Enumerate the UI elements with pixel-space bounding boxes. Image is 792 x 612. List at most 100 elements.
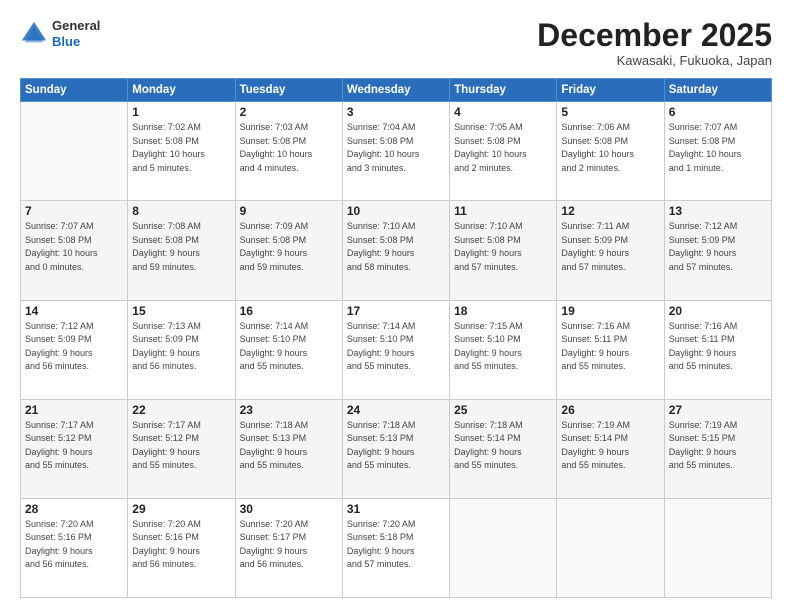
day-number: 17 <box>347 304 445 318</box>
day-info: Sunrise: 7:09 AM Sunset: 5:08 PM Dayligh… <box>240 220 338 274</box>
day-number: 24 <box>347 403 445 417</box>
day-info: Sunrise: 7:03 AM Sunset: 5:08 PM Dayligh… <box>240 121 338 175</box>
calendar-cell: 28Sunrise: 7:20 AM Sunset: 5:16 PM Dayli… <box>21 498 128 597</box>
day-info: Sunrise: 7:14 AM Sunset: 5:10 PM Dayligh… <box>240 320 338 374</box>
weekday-header: Sunday <box>21 79 128 102</box>
calendar-cell: 9 Sunrise: 7:09 AM Sunset: 5:08 PM Daylig… <box>235 201 342 300</box>
title-block: December 2025 Kawasaki, Fukuoka, Japan <box>537 18 772 68</box>
header: General Blue December 2025 Kawasaki, Fuk… <box>20 18 772 68</box>
weekday-header: Monday <box>128 79 235 102</box>
day-info: Sunrise: 7:14 AM Sunset: 5:10 PM Dayligh… <box>347 320 445 374</box>
calendar-cell: 20Sunrise: 7:16 AM Sunset: 5:11 PM Dayli… <box>664 300 771 399</box>
day-info: Sunrise: 7:18 AM Sunset: 5:14 PM Dayligh… <box>454 419 552 473</box>
day-info: Sunrise: 7:19 AM Sunset: 5:14 PM Dayligh… <box>561 419 659 473</box>
calendar-cell: 7 Sunrise: 7:07 AM Sunset: 5:08 PM Daylig… <box>21 201 128 300</box>
day-number: 18 <box>454 304 552 318</box>
calendar-cell <box>664 498 771 597</box>
day-info: Sunrise: 7:20 AM Sunset: 5:18 PM Dayligh… <box>347 518 445 572</box>
calendar-header-row: SundayMondayTuesdayWednesdayThursdayFrid… <box>21 79 772 102</box>
day-number: 8 <box>132 204 230 218</box>
day-number: 9 <box>240 204 338 218</box>
day-number: 6 <box>669 105 767 119</box>
day-info: Sunrise: 7:19 AM Sunset: 5:15 PM Dayligh… <box>669 419 767 473</box>
day-number: 22 <box>132 403 230 417</box>
weekday-header: Saturday <box>664 79 771 102</box>
day-number: 19 <box>561 304 659 318</box>
calendar-cell: 23 Sunrise: 7:18 AM Sunset: 5:13 PM Dayli… <box>235 399 342 498</box>
logo-text: General Blue <box>52 18 100 49</box>
day-info: Sunrise: 7:18 AM Sunset: 5:13 PM Dayligh… <box>347 419 445 473</box>
day-info: Sunrise: 7:10 AM Sunset: 5:08 PM Dayligh… <box>454 220 552 274</box>
day-number: 5 <box>561 105 659 119</box>
calendar-cell: 10 Sunrise: 7:10 AM Sunset: 5:08 PM Dayli… <box>342 201 449 300</box>
day-info: Sunrise: 7:20 AM Sunset: 5:17 PM Dayligh… <box>240 518 338 572</box>
day-info: Sunrise: 7:08 AM Sunset: 5:08 PM Dayligh… <box>132 220 230 274</box>
day-number: 12 <box>561 204 659 218</box>
month-title: December 2025 <box>537 18 772 53</box>
calendar-cell: 12Sunrise: 7:11 AM Sunset: 5:09 PM Dayli… <box>557 201 664 300</box>
calendar-cell: 16 Sunrise: 7:14 AM Sunset: 5:10 PM Dayli… <box>235 300 342 399</box>
day-number: 2 <box>240 105 338 119</box>
day-number: 1 <box>132 105 230 119</box>
logo-icon <box>20 20 48 48</box>
day-number: 3 <box>347 105 445 119</box>
day-number: 21 <box>25 403 123 417</box>
day-info: Sunrise: 7:12 AM Sunset: 5:09 PM Dayligh… <box>669 220 767 274</box>
day-number: 10 <box>347 204 445 218</box>
day-info: Sunrise: 7:07 AM Sunset: 5:08 PM Dayligh… <box>669 121 767 175</box>
day-number: 28 <box>25 502 123 516</box>
calendar-cell: 6 Sunrise: 7:07 AM Sunset: 5:08 PM Daylig… <box>664 102 771 201</box>
day-number: 30 <box>240 502 338 516</box>
weekday-header: Tuesday <box>235 79 342 102</box>
weekday-header: Thursday <box>450 79 557 102</box>
day-number: 13 <box>669 204 767 218</box>
day-number: 11 <box>454 204 552 218</box>
day-number: 7 <box>25 204 123 218</box>
day-number: 27 <box>669 403 767 417</box>
calendar-week-row: 1 Sunrise: 7:02 AM Sunset: 5:08 PM Daylig… <box>21 102 772 201</box>
weekday-header: Friday <box>557 79 664 102</box>
location: Kawasaki, Fukuoka, Japan <box>537 53 772 68</box>
calendar-cell: 18 Sunrise: 7:15 AM Sunset: 5:10 PM Dayli… <box>450 300 557 399</box>
day-info: Sunrise: 7:10 AM Sunset: 5:08 PM Dayligh… <box>347 220 445 274</box>
day-info: Sunrise: 7:12 AM Sunset: 5:09 PM Dayligh… <box>25 320 123 374</box>
day-info: Sunrise: 7:02 AM Sunset: 5:08 PM Dayligh… <box>132 121 230 175</box>
day-number: 25 <box>454 403 552 417</box>
day-number: 26 <box>561 403 659 417</box>
day-number: 31 <box>347 502 445 516</box>
calendar-cell: 19Sunrise: 7:16 AM Sunset: 5:11 PM Dayli… <box>557 300 664 399</box>
page: General Blue December 2025 Kawasaki, Fuk… <box>0 0 792 612</box>
calendar-cell: 27 Sunrise: 7:19 AM Sunset: 5:15 PM Dayli… <box>664 399 771 498</box>
day-info: Sunrise: 7:16 AM Sunset: 5:11 PM Dayligh… <box>669 320 767 374</box>
day-info: Sunrise: 7:15 AM Sunset: 5:10 PM Dayligh… <box>454 320 552 374</box>
day-number: 4 <box>454 105 552 119</box>
calendar-week-row: 14 Sunrise: 7:12 AM Sunset: 5:09 PM Dayli… <box>21 300 772 399</box>
day-info: Sunrise: 7:17 AM Sunset: 5:12 PM Dayligh… <box>25 419 123 473</box>
day-number: 23 <box>240 403 338 417</box>
day-info: Sunrise: 7:18 AM Sunset: 5:13 PM Dayligh… <box>240 419 338 473</box>
day-info: Sunrise: 7:07 AM Sunset: 5:08 PM Dayligh… <box>25 220 123 274</box>
calendar-cell <box>21 102 128 201</box>
calendar-week-row: 7 Sunrise: 7:07 AM Sunset: 5:08 PM Daylig… <box>21 201 772 300</box>
day-number: 29 <box>132 502 230 516</box>
calendar-week-row: 21 Sunrise: 7:17 AM Sunset: 5:12 PM Dayli… <box>21 399 772 498</box>
calendar-cell: 14 Sunrise: 7:12 AM Sunset: 5:09 PM Dayli… <box>21 300 128 399</box>
calendar-cell: 25 Sunrise: 7:18 AM Sunset: 5:14 PM Dayli… <box>450 399 557 498</box>
calendar-cell: 8 Sunrise: 7:08 AM Sunset: 5:08 PM Daylig… <box>128 201 235 300</box>
day-info: Sunrise: 7:05 AM Sunset: 5:08 PM Dayligh… <box>454 121 552 175</box>
calendar-cell <box>450 498 557 597</box>
calendar-cell: 29 Sunrise: 7:20 AM Sunset: 5:16 PM Dayli… <box>128 498 235 597</box>
logo-general: General <box>52 18 100 33</box>
day-info: Sunrise: 7:04 AM Sunset: 5:08 PM Dayligh… <box>347 121 445 175</box>
day-number: 14 <box>25 304 123 318</box>
calendar-cell: 13 Sunrise: 7:12 AM Sunset: 5:09 PM Dayli… <box>664 201 771 300</box>
day-info: Sunrise: 7:06 AM Sunset: 5:08 PM Dayligh… <box>561 121 659 175</box>
calendar-cell: 2 Sunrise: 7:03 AM Sunset: 5:08 PM Daylig… <box>235 102 342 201</box>
day-number: 16 <box>240 304 338 318</box>
calendar-cell: 1 Sunrise: 7:02 AM Sunset: 5:08 PM Daylig… <box>128 102 235 201</box>
calendar-cell: 26 Sunrise: 7:19 AM Sunset: 5:14 PM Dayli… <box>557 399 664 498</box>
logo-blue: Blue <box>52 34 80 49</box>
day-info: Sunrise: 7:20 AM Sunset: 5:16 PM Dayligh… <box>132 518 230 572</box>
calendar-cell: 4 Sunrise: 7:05 AM Sunset: 5:08 PM Daylig… <box>450 102 557 201</box>
day-info: Sunrise: 7:13 AM Sunset: 5:09 PM Dayligh… <box>132 320 230 374</box>
